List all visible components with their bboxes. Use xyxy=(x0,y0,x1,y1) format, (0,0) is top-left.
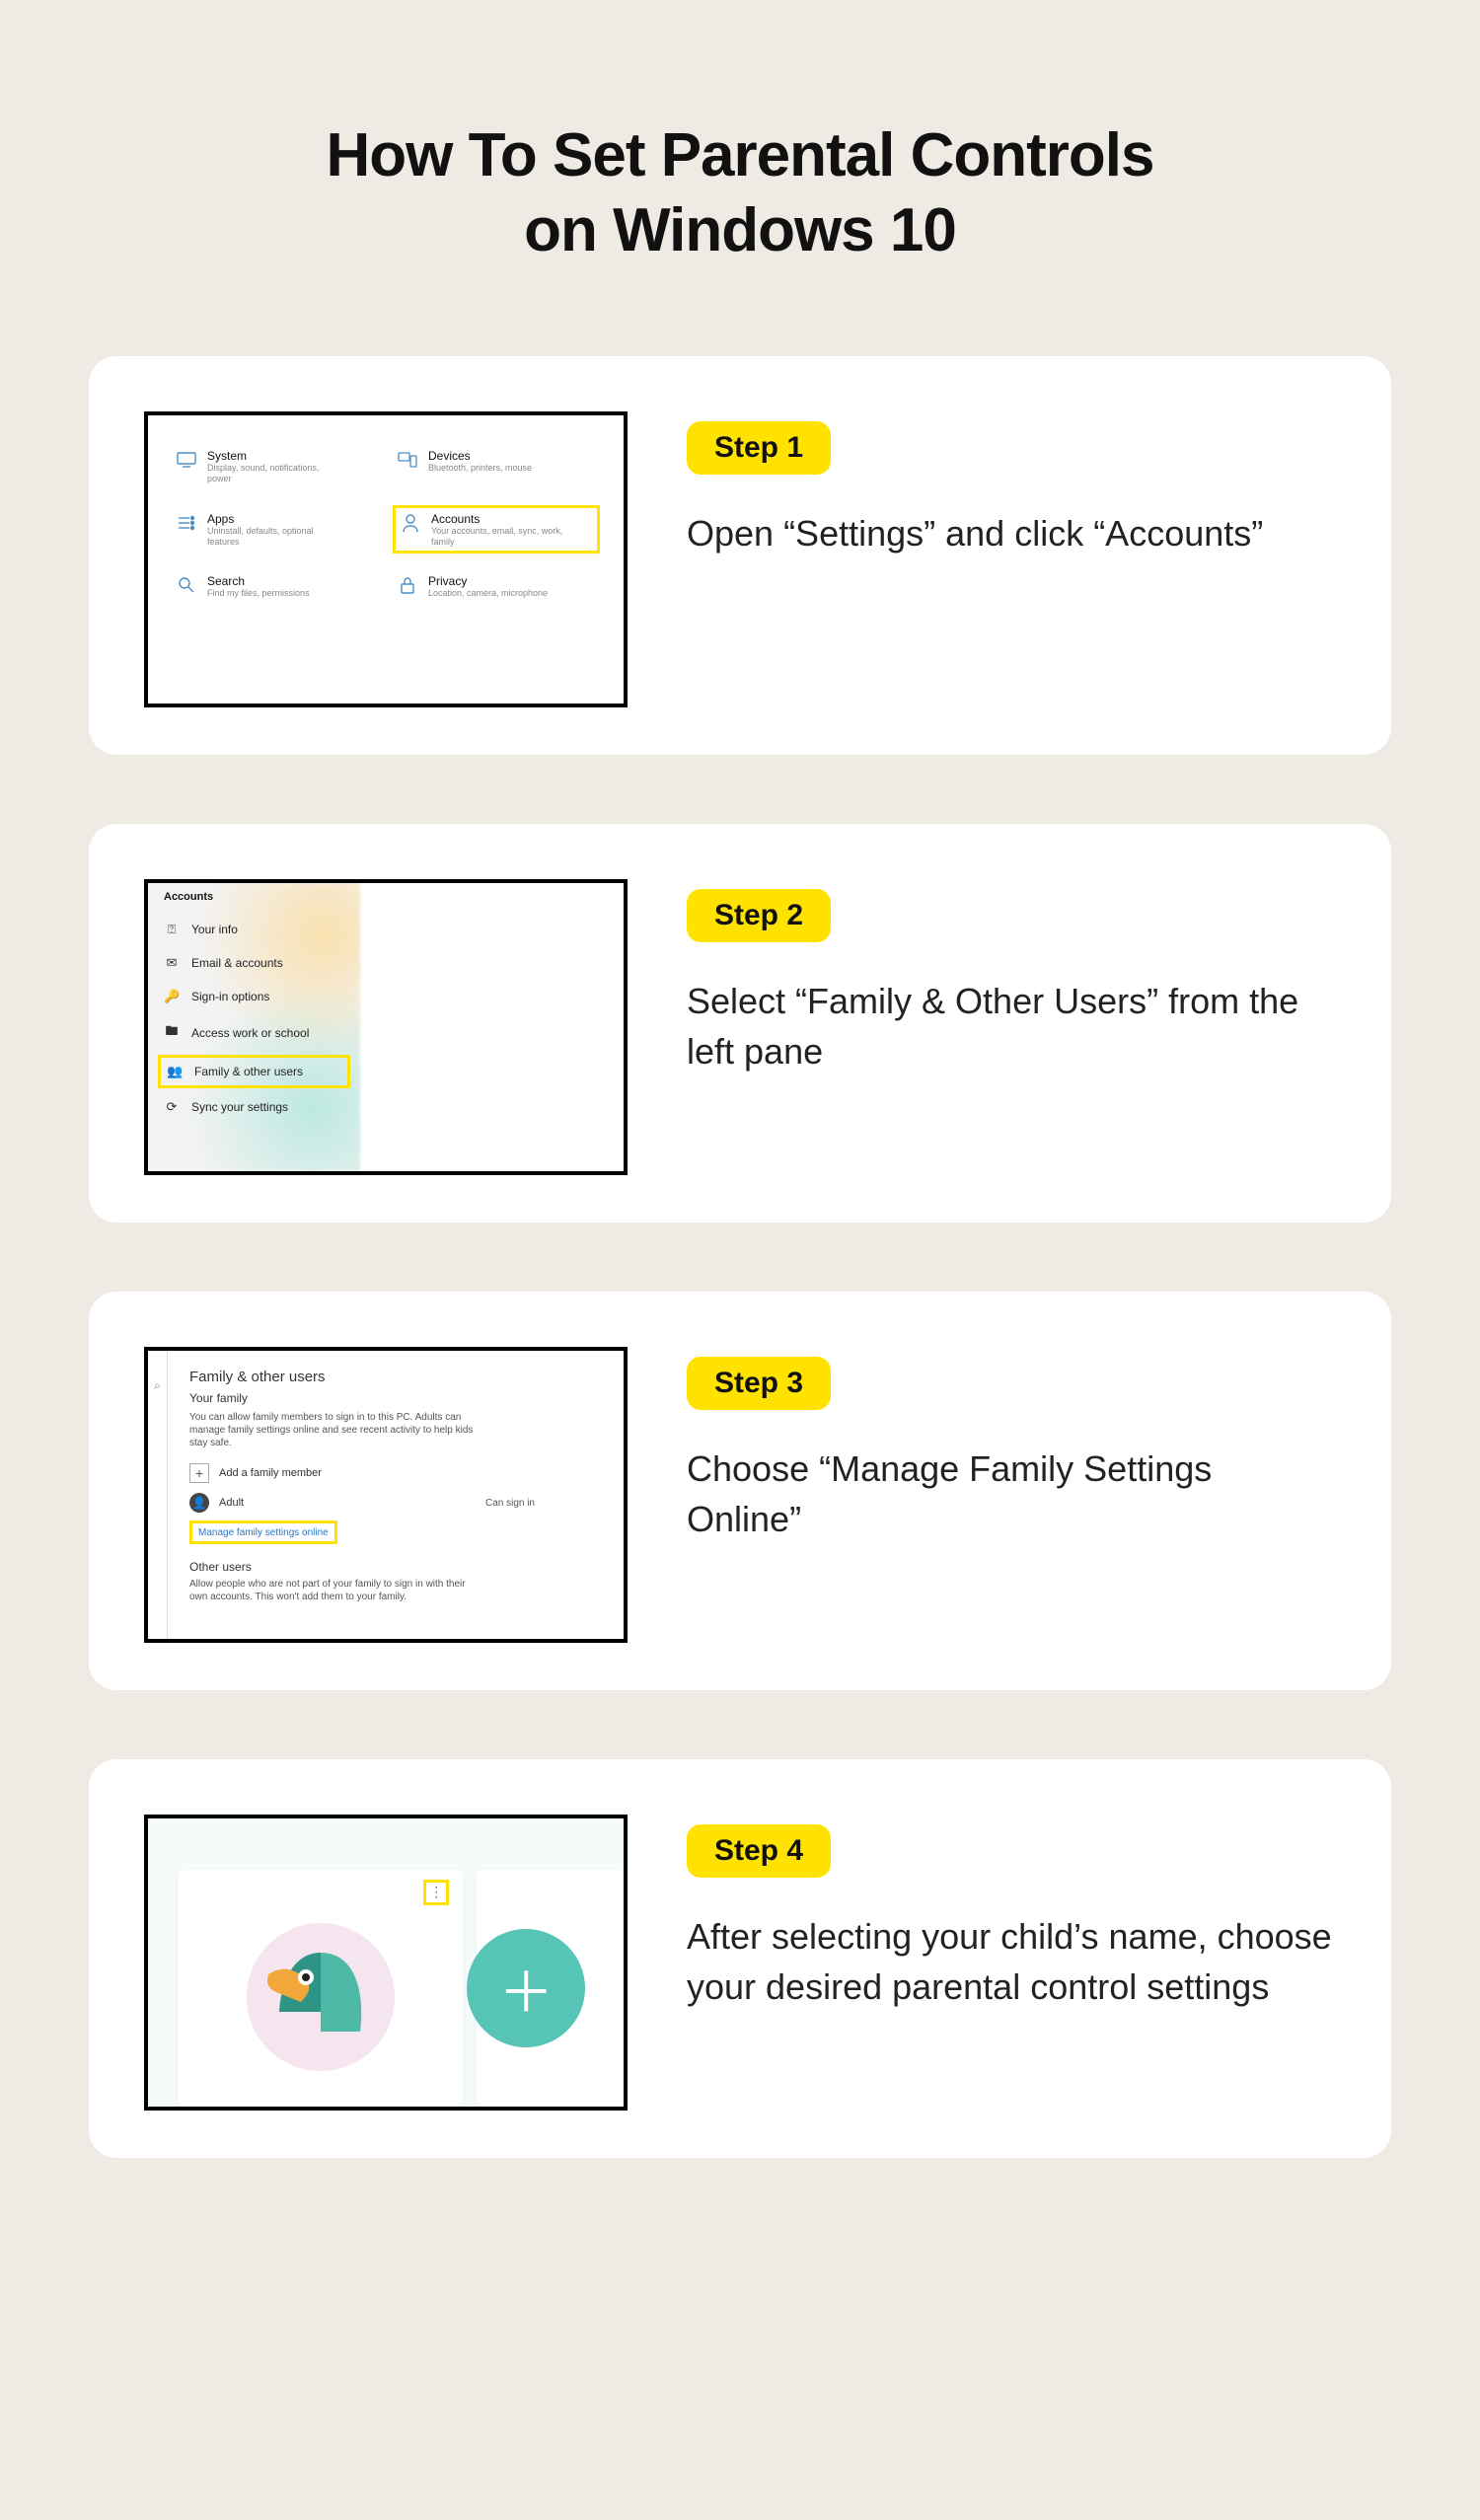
sidebar-item-work[interactable]: 🖿 Access work or school xyxy=(148,1013,360,1053)
tile-sub: Uninstall, defaults, optional features xyxy=(207,526,345,548)
monitor-icon xyxy=(176,449,197,471)
sidebar-item-sync[interactable]: ⟳ Sync your settings xyxy=(148,1090,360,1124)
more-options-button[interactable]: ⋮ xyxy=(423,1880,449,1905)
panel-title: Family & other users xyxy=(189,1369,602,1385)
tile-label: Devices xyxy=(428,449,532,463)
tile-label: System xyxy=(207,449,345,463)
title-line-1: How To Set Parental Controls xyxy=(327,121,1154,189)
plus-icon: + xyxy=(189,1463,209,1483)
mail-icon: ✉ xyxy=(164,955,180,971)
devices-icon xyxy=(397,449,418,471)
add-circle-icon: ＋ xyxy=(467,1929,585,2047)
sidebar-item-label: Family & other users xyxy=(194,1065,303,1078)
tile-sub: Display, sound, notifications, power xyxy=(207,463,345,484)
settings-tile-accounts[interactable]: Accounts Your accounts, email, sync, wor… xyxy=(393,505,600,555)
other-users-desc: Allow people who are not part of your fa… xyxy=(189,1578,485,1603)
step-badge: Step 3 xyxy=(687,1357,831,1410)
family-desc: You can allow family members to sign in … xyxy=(189,1411,485,1449)
step-badge: Step 2 xyxy=(687,889,831,942)
search-bar-fragment: ⌕ xyxy=(148,1351,168,1639)
people-icon: 👥 xyxy=(167,1064,183,1079)
sidebar-item-label: Sign-in options xyxy=(191,990,269,1003)
step-card-4: ⋮ ＋ xyxy=(89,1759,1391,2158)
title-line-2: on Windows 10 xyxy=(524,196,956,264)
step-card-2: Accounts ⍰ Your info ✉ Email & accounts 🔑 S… xyxy=(89,824,1391,1223)
sync-icon: ⟳ xyxy=(164,1099,180,1115)
sidebar-item-your-info[interactable]: ⍰ Your info xyxy=(148,913,360,946)
step-badge: Step 4 xyxy=(687,1824,831,1878)
user-avatar-icon: 👤 xyxy=(189,1493,209,1513)
tile-sub: Bluetooth, printers, mouse xyxy=(428,463,532,474)
screenshot-family-dashboard: ⋮ ＋ xyxy=(144,1815,628,2111)
lock-icon xyxy=(397,574,418,596)
can-sign-in-label: Can sign in xyxy=(485,1498,535,1509)
accounts-header: Accounts xyxy=(148,891,360,913)
sidebar-item-label: Access work or school xyxy=(191,1026,309,1040)
add-member-label: Add a family member xyxy=(219,1467,322,1479)
screenshot-family-users: ⌕ Family & other users Your family You c… xyxy=(144,1347,628,1643)
tile-sub: Location, camera, microphone xyxy=(428,588,548,599)
step-badge: Step 1 xyxy=(687,421,831,475)
step-card-3: ⌕ Family & other users Your family You c… xyxy=(89,1292,1391,1690)
settings-tile-apps[interactable]: Apps Uninstall, defaults, optional featu… xyxy=(176,512,375,548)
sidebar-item-signin[interactable]: 🔑 Sign-in options xyxy=(148,980,360,1013)
settings-tile-devices[interactable]: Devices Bluetooth, printers, mouse xyxy=(397,449,596,484)
person-badge-icon: ⍰ xyxy=(164,922,180,937)
page-title: How To Set Parental Controls on Windows … xyxy=(89,118,1391,267)
other-users-heading: Other users xyxy=(189,1560,602,1574)
settings-tile-system[interactable]: System Display, sound, notifications, po… xyxy=(176,449,375,484)
tile-label: Search xyxy=(207,574,310,588)
manage-link-text: Manage family settings online xyxy=(198,1527,329,1538)
sidebar-item-family[interactable]: 👥 Family & other users xyxy=(158,1055,350,1088)
sidebar-item-label: Email & accounts xyxy=(191,956,283,970)
person-icon xyxy=(400,512,421,534)
sidebar-item-label: Your info xyxy=(191,923,238,936)
screenshot-accounts-sidebar: Accounts ⍰ Your info ✉ Email & accounts 🔑 S… xyxy=(144,879,628,1175)
settings-tile-search[interactable]: Search Find my files, permissions xyxy=(176,574,375,599)
manage-family-link[interactable]: Manage family settings online xyxy=(189,1520,337,1544)
tile-label: Privacy xyxy=(428,574,548,588)
child-avatar-icon xyxy=(247,1923,395,2071)
step-description: Choose “Manage Family Settings Online” xyxy=(687,1444,1336,1544)
tile-label: Apps xyxy=(207,512,345,526)
child-profile-card[interactable]: ⋮ xyxy=(178,1870,463,2107)
apps-icon xyxy=(176,512,197,534)
adult-label: Adult xyxy=(219,1497,244,1509)
add-family-member-button[interactable]: + Add a family member xyxy=(189,1463,602,1483)
search-icon xyxy=(176,574,197,596)
settings-tile-privacy[interactable]: Privacy Location, camera, microphone xyxy=(397,574,596,599)
tile-label: Accounts xyxy=(431,512,569,526)
step-card-1: System Display, sound, notifications, po… xyxy=(89,356,1391,755)
key-icon: 🔑 xyxy=(164,989,180,1004)
briefcase-icon: 🖿 xyxy=(164,1022,180,1044)
your-family-heading: Your family xyxy=(189,1391,602,1405)
add-profile-card[interactable]: ＋ xyxy=(477,1870,624,2107)
screenshot-settings-grid: System Display, sound, notifications, po… xyxy=(144,411,628,707)
step-description: Select “Family & Other Users” from the l… xyxy=(687,976,1336,1076)
tile-sub: Find my files, permissions xyxy=(207,588,310,599)
tile-sub: Your accounts, email, sync, work, family xyxy=(431,526,569,548)
sidebar-item-email[interactable]: ✉ Email & accounts xyxy=(148,946,360,980)
step-description: Open “Settings” and click “Accounts” xyxy=(687,508,1336,558)
sidebar-item-label: Sync your settings xyxy=(191,1100,288,1114)
step-description: After selecting your child’s name, choos… xyxy=(687,1911,1336,2012)
